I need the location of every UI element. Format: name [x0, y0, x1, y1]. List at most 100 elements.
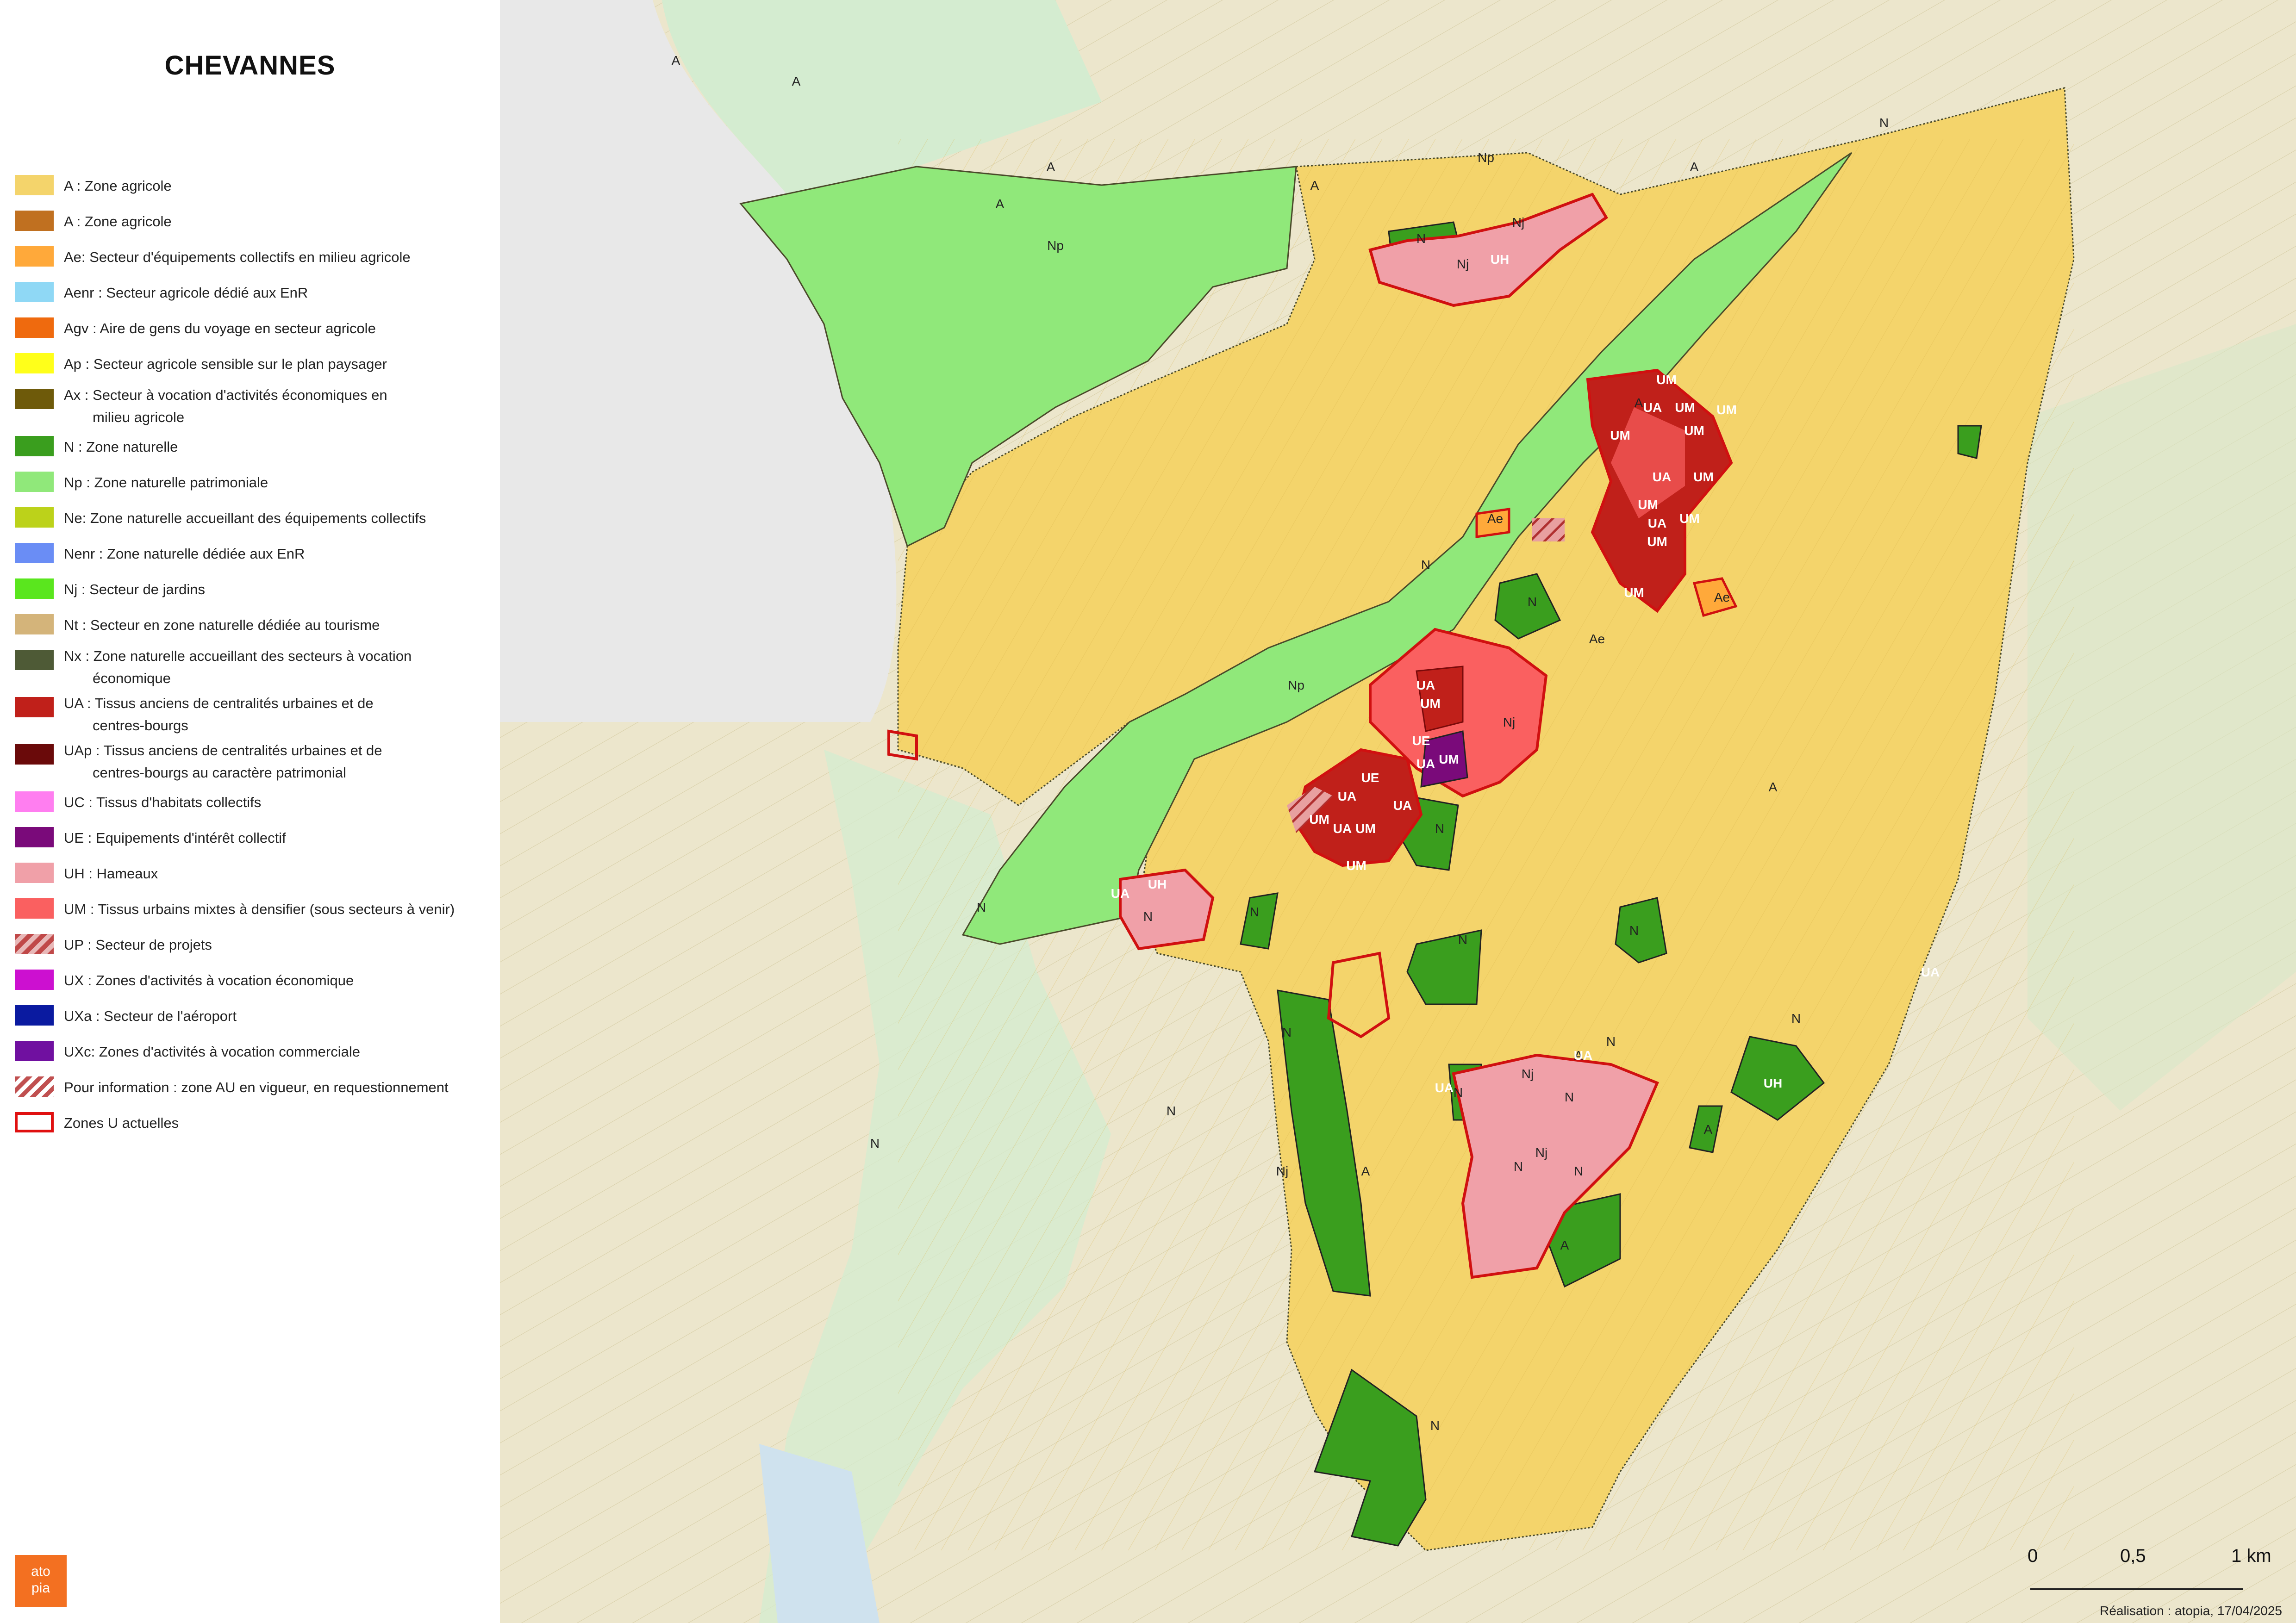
legend-item: UA : Tissus anciens de centralités urbai…: [15, 692, 496, 734]
zone-label: UA: [1393, 798, 1412, 813]
legend-item: Nt : Secteur en zone naturelle dédiée au…: [15, 609, 496, 637]
zone-label: UA: [1435, 1081, 1454, 1095]
legend-swatch: [15, 389, 54, 409]
logo-line-2: pia: [31, 1580, 50, 1596]
legend-label: A : Zone agricole: [64, 211, 494, 233]
zone-label: UM: [1624, 585, 1644, 600]
legend-label: Nenr : Zone naturelle dédiée aux EnR: [64, 543, 494, 565]
legend-item: Ne: Zone naturelle accueillant des équip…: [15, 503, 496, 530]
legend-label-line1: Aenr : Secteur agricole dédié aux EnR: [64, 285, 308, 301]
legend-label-line1: Np : Zone naturelle patrimoniale: [64, 474, 268, 491]
legend-label: Nx : Zone naturelle accueillant des sect…: [64, 645, 494, 690]
zone-label: UM: [1693, 470, 1714, 484]
zone-n-2: [1957, 425, 1982, 459]
zone-label: A: [1635, 396, 1643, 410]
legend-swatch: [15, 827, 54, 847]
zone-label: N: [1565, 1090, 1574, 1104]
legend-item: N : Zone naturelle: [15, 431, 496, 459]
legend-label-line1: UX : Zones d'activités à vocation économ…: [64, 972, 354, 989]
legend-swatch: [15, 1112, 54, 1132]
legend-label-line1: Nx : Zone naturelle accueillant des sect…: [64, 648, 412, 664]
legend-label: Aenr : Secteur agricole dédié aux EnR: [64, 282, 494, 304]
zone-label: N: [1421, 558, 1430, 572]
legend-label-line1: UP : Secteur de projets: [64, 937, 212, 953]
legend-label-line1: UAp : Tissus anciens de centralités urba…: [64, 742, 382, 759]
zone-label: UH: [1148, 877, 1167, 891]
legend-item: UE : Equipements d'intérêt collectif: [15, 822, 496, 850]
zone-label: UA: [1333, 821, 1352, 836]
legend-item: Nx : Zone naturelle accueillant des sect…: [15, 645, 496, 686]
map-area[interactable]: A A A Np A A N Np A N Nj Nj UH N A UM UA UM UM UM UM UA UM UM UA…: [500, 0, 2296, 1623]
zone-label: Nj: [1457, 257, 1469, 271]
legend-label-line1: UXc: Zones d'activités à vocation commer…: [64, 1044, 360, 1060]
zone-label: Ae: [1714, 590, 1730, 604]
legend-swatch: [15, 282, 54, 302]
zone-label: Np: [1047, 238, 1064, 253]
legend-label: UM : Tissus urbains mixtes à densifier (…: [64, 898, 494, 920]
legend-swatch: [15, 246, 54, 267]
legend-label-line1: UM : Tissus urbains mixtes à densifier (…: [64, 901, 455, 917]
zone-label: Nj: [1512, 215, 1524, 230]
legend-label-line1: UC : Tissus d'habitats collectifs: [64, 794, 262, 810]
legend-panel: CHEVANNES A : Zone agricole A : Zone agri…: [0, 0, 500, 1623]
zone-label: UM: [1309, 812, 1329, 827]
legend-item: Aenr : Secteur agricole dédié aux EnR: [15, 277, 496, 305]
scale-tick-0: 0: [2028, 1546, 2038, 1566]
zone-label: N: [1250, 905, 1259, 919]
zone-label: UA: [1416, 678, 1435, 692]
scale-tick-1km: 1 km: [2231, 1546, 2271, 1566]
zone-label: Ae: [1487, 511, 1503, 526]
legend-item: UXc: Zones d'activités à vocation commer…: [15, 1036, 496, 1064]
zone-label: Nj: [1503, 715, 1515, 729]
zone-label: UM: [1647, 535, 1667, 549]
legend-swatch: [15, 472, 54, 492]
legend-label: UE : Equipements d'intérêt collectif: [64, 827, 494, 849]
legend-swatch: [15, 436, 54, 456]
zoning-map[interactable]: AAANpAANNpANNjNj UHNAUMUA UMUM UMUMUA UMUMUA…: [500, 0, 2296, 1623]
zone-label: N: [1435, 821, 1444, 836]
legend-item: A : Zone agricole: [15, 206, 496, 234]
legend-label: Pour information : zone AU en vigueur, e…: [64, 1076, 494, 1099]
zone-label: UA: [1921, 965, 1940, 979]
zone-label: A: [1047, 160, 1055, 174]
zone-label: A: [1310, 178, 1319, 193]
legend-label-line2: milieu agricole: [93, 409, 185, 425]
legend-swatch: [15, 353, 54, 373]
legend-item: UM : Tissus urbains mixtes à densifier (…: [15, 894, 496, 921]
zone-label: UM: [1346, 858, 1366, 873]
scale-line: [2030, 1588, 2243, 1590]
legend-swatch: [15, 507, 54, 528]
legend-label-line2: économique: [93, 670, 171, 686]
legend-swatch: [15, 697, 54, 717]
legend-item: UX : Zones d'activités à vocation économ…: [15, 965, 496, 993]
zone-label: UA: [1653, 470, 1671, 484]
legend-item: UH : Hameaux: [15, 858, 496, 886]
legend-label-line1: N : Zone naturelle: [64, 439, 178, 455]
legend-label-line1: Nt : Secteur en zone naturelle dédiée au…: [64, 617, 380, 633]
zone-label: UM: [1610, 428, 1630, 442]
legend-swatch: [15, 898, 54, 919]
legend-label-line1: A : Zone agricole: [64, 178, 172, 194]
legend-label-line1: UXa : Secteur de l'aéroport: [64, 1008, 237, 1024]
zone-label: UM: [1420, 696, 1441, 711]
legend-item: Pour information : zone AU en vigueur, e…: [15, 1072, 496, 1100]
zone-label: N: [870, 1136, 880, 1150]
legend-item: Ae: Secteur d'équipements collectifs en …: [15, 242, 496, 269]
legend-label: N : Zone naturelle: [64, 436, 494, 458]
zone-label: A: [1560, 1238, 1569, 1252]
zone-label: N: [1430, 1418, 1440, 1433]
legend-swatch: [15, 934, 54, 954]
legend-label-line1: Ax : Secteur à vocation d'activités écon…: [64, 387, 387, 403]
zone-label: UM: [1675, 400, 1695, 415]
legend-swatch: [15, 970, 54, 990]
zone-label: UA: [1416, 757, 1435, 771]
zone-label: UA: [1574, 1048, 1592, 1063]
legend-label-line1: UA : Tissus anciens de centralités urbai…: [64, 695, 374, 711]
scale-tick-half: 0,5: [2120, 1546, 2146, 1566]
credit-text: Réalisation : atopia, 17/04/2025: [2100, 1604, 2282, 1618]
legend-label-line2: centres-bourgs: [93, 717, 188, 734]
legend-swatch: [15, 317, 54, 338]
legend-item: UC : Tissus d'habitats collectifs: [15, 787, 496, 815]
zone-label: N: [1454, 1085, 1463, 1100]
legend-label: UXa : Secteur de l'aéroport: [64, 1005, 494, 1027]
